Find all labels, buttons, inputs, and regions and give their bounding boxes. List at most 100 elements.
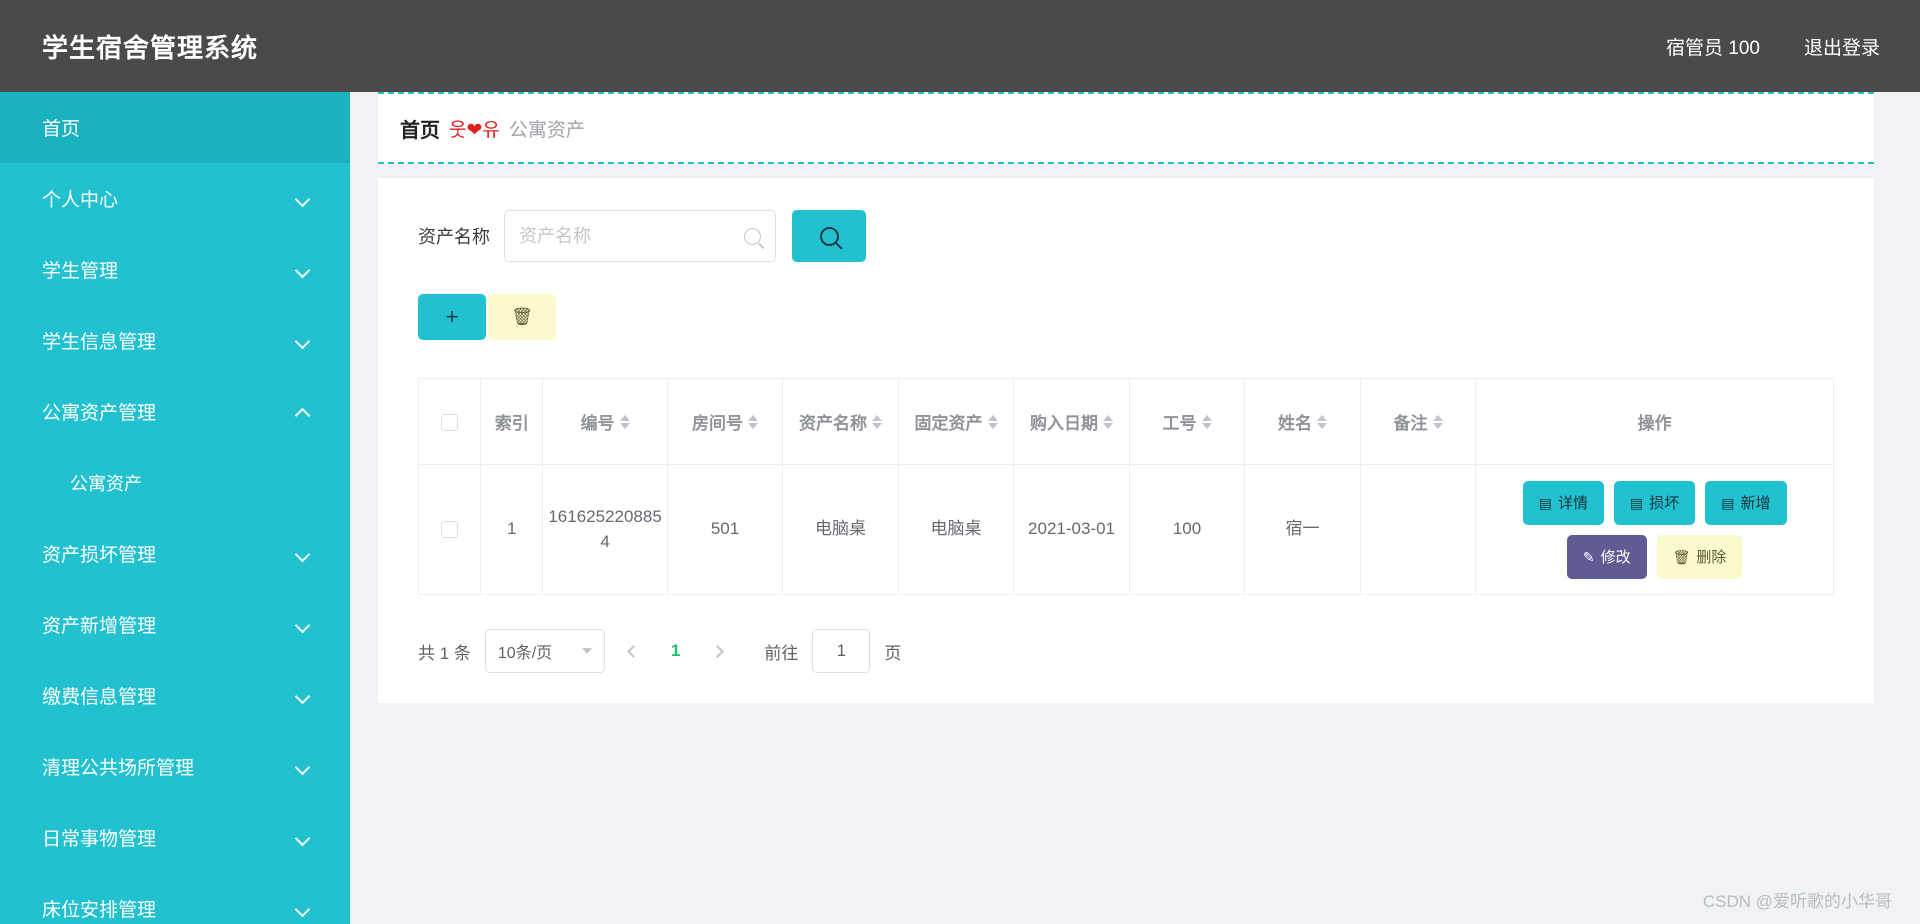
search-input[interactable] bbox=[519, 211, 738, 261]
sort-icon[interactable] bbox=[1103, 414, 1114, 429]
chevron-down-icon bbox=[296, 192, 310, 206]
th-asset-name[interactable]: 资产名称 bbox=[782, 378, 899, 465]
table-row: 1 1616252208854 501 电脑桌 电脑桌 2021-03-01 1… bbox=[417, 464, 1834, 595]
th-buy-date[interactable]: 购入日期 bbox=[1013, 378, 1130, 465]
chevron-down-icon bbox=[296, 263, 310, 277]
sidebar-item-payment-info-management[interactable]: 缴费信息管理 bbox=[0, 660, 350, 731]
chevron-down-icon bbox=[296, 334, 310, 348]
sidebar-item-apartment-asset[interactable]: 公寓资产 bbox=[0, 447, 350, 518]
edit-button-label: 修改 bbox=[1600, 549, 1631, 566]
search-icon bbox=[819, 226, 839, 246]
next-page-button[interactable] bbox=[702, 636, 732, 666]
select-all-checkbox[interactable] bbox=[441, 413, 459, 431]
cell-job-no: 100 bbox=[1128, 464, 1246, 595]
sort-icon[interactable] bbox=[748, 414, 759, 429]
document-icon: ▤ bbox=[1630, 494, 1644, 511]
main-content: 首页 웃❤유 公寓资产 资产名称 + 🗑 bbox=[350, 92, 1920, 924]
cell-select bbox=[417, 464, 482, 595]
sidebar-item-public-area-cleaning-management[interactable]: 清理公共场所管理 bbox=[0, 731, 350, 802]
sidebar-item-label: 公寓资产 bbox=[70, 473, 142, 494]
th-fixed-asset[interactable]: 固定资产 bbox=[897, 378, 1015, 465]
th-label: 购入日期 bbox=[1030, 414, 1099, 433]
jump-page-input[interactable] bbox=[812, 629, 871, 673]
cell-remark bbox=[1359, 464, 1477, 595]
add-record-button[interactable]: ▤ 新增 bbox=[1705, 480, 1787, 525]
sidebar-nav[interactable]: 首页 个人中心 学生管理 学生信息管理 公寓资产管理 公寓资产 资产损坏管理 资… bbox=[0, 92, 350, 924]
th-label: 索引 bbox=[494, 414, 529, 433]
th-label: 编号 bbox=[580, 414, 615, 433]
sidebar-item-asset-add-management[interactable]: 资产新增管理 bbox=[0, 589, 350, 660]
chevron-down-icon bbox=[296, 760, 310, 774]
breadcrumb-home[interactable]: 首页 bbox=[400, 114, 440, 143]
sort-icon[interactable] bbox=[1432, 414, 1443, 429]
app-header: 学生宿舍管理系统 宿管员 100 退出登录 bbox=[0, 0, 1920, 92]
th-name[interactable]: 姓名 bbox=[1244, 378, 1361, 465]
edit-button[interactable]: ✎ 修改 bbox=[1566, 534, 1647, 579]
watermark: CSDN @爱听歌的小华哥 bbox=[1702, 892, 1892, 911]
cell-room: 501 bbox=[666, 464, 784, 595]
sidebar-item-apartment-asset-management[interactable]: 公寓资产管理 bbox=[0, 376, 350, 447]
content-panel: 资产名称 + 🗑 bbox=[378, 178, 1874, 703]
sidebar-item-label: 个人中心 bbox=[42, 190, 119, 211]
document-icon: ▤ bbox=[1721, 494, 1735, 511]
th-label: 备注 bbox=[1393, 414, 1428, 433]
sidebar-item-daily-affairs-management[interactable]: 日常事物管理 bbox=[0, 802, 350, 873]
search-label: 资产名称 bbox=[418, 227, 490, 247]
sidebar-item-personal-center[interactable]: 个人中心 bbox=[0, 163, 350, 234]
chevron-down-icon bbox=[581, 648, 592, 654]
add-button[interactable]: + bbox=[418, 294, 486, 340]
th-code[interactable]: 编号 bbox=[542, 378, 668, 465]
sidebar-item-label: 资产新增管理 bbox=[42, 616, 157, 637]
th-label: 固定资产 bbox=[914, 414, 983, 433]
sort-icon[interactable] bbox=[872, 414, 883, 429]
th-room[interactable]: 房间号 bbox=[666, 378, 784, 465]
sidebar-item-asset-damage-management[interactable]: 资产损坏管理 bbox=[0, 518, 350, 589]
search-input-wrapper[interactable] bbox=[504, 210, 776, 262]
breadcrumb-current: 公寓资产 bbox=[508, 119, 585, 141]
table-header-row: 索引 编号 房间号 资产名称 固定资产 购入日期 工号 姓名 备注 操作 bbox=[417, 378, 1834, 465]
search-bar: 资产名称 bbox=[418, 210, 1834, 262]
sort-icon[interactable] bbox=[619, 414, 630, 429]
sidebar-item-student-info-management[interactable]: 学生信息管理 bbox=[0, 305, 350, 376]
sidebar-item-label: 清理公共场所管理 bbox=[42, 758, 195, 779]
trash-icon: 🗑 bbox=[1672, 548, 1691, 565]
detail-button[interactable]: ▤ 详情 bbox=[1522, 480, 1604, 525]
prev-page-button[interactable] bbox=[619, 636, 649, 666]
th-label: 操作 bbox=[1637, 414, 1672, 433]
sort-icon[interactable] bbox=[1317, 414, 1328, 429]
document-icon: ▤ bbox=[1538, 494, 1552, 511]
add-record-button-label: 新增 bbox=[1740, 495, 1771, 512]
sort-icon[interactable] bbox=[987, 414, 998, 429]
sidebar-item-label: 床位安排管理 bbox=[42, 900, 157, 921]
th-label: 工号 bbox=[1162, 414, 1197, 433]
sort-icon[interactable] bbox=[1201, 414, 1212, 429]
pagination: 共 1 条 10条/页 1 前往 页 bbox=[418, 629, 1834, 673]
delete-button[interactable]: 🗑 删除 bbox=[1656, 534, 1743, 579]
page-size-value: 10条/页 bbox=[497, 645, 553, 662]
header-actions: 宿管员 100 退出登录 bbox=[1666, 33, 1880, 60]
row-checkbox[interactable] bbox=[441, 521, 459, 539]
sidebar-item-student-management[interactable]: 学生管理 bbox=[0, 234, 350, 305]
jump-unit-label: 页 bbox=[884, 643, 902, 663]
page-size-select[interactable]: 10条/页 bbox=[484, 629, 605, 673]
th-index: 索引 bbox=[480, 378, 544, 465]
batch-delete-button[interactable]: 🗑 bbox=[488, 294, 556, 340]
sidebar-item-bed-arrangement-management[interactable]: 床位安排管理 bbox=[0, 873, 350, 924]
th-job-no[interactable]: 工号 bbox=[1128, 378, 1246, 465]
total-count-label: 共 1 条 bbox=[418, 643, 471, 663]
page-number-1[interactable]: 1 bbox=[663, 641, 688, 661]
breadcrumb: 首页 웃❤유 公寓资产 bbox=[378, 92, 1874, 164]
damage-button-label: 损坏 bbox=[1649, 495, 1680, 512]
search-icon bbox=[744, 227, 761, 245]
table-toolbar: + 🗑 bbox=[418, 294, 1834, 340]
th-remark[interactable]: 备注 bbox=[1359, 378, 1477, 465]
logout-button[interactable]: 退出登录 bbox=[1804, 33, 1880, 60]
row-action-group: ▤ 详情 ▤ 损坏 ▤ 新增 ✎ 修改 🗑 删除 bbox=[1480, 480, 1829, 579]
sidebar-item-home[interactable]: 首页 bbox=[0, 92, 350, 163]
current-user-label[interactable]: 宿管员 100 bbox=[1666, 33, 1760, 60]
cell-operations: ▤ 详情 ▤ 损坏 ▤ 新增 ✎ 修改 🗑 删除 bbox=[1475, 464, 1834, 595]
cell-buy-date: 2021-03-01 bbox=[1013, 464, 1130, 595]
damage-button[interactable]: ▤ 损坏 bbox=[1614, 480, 1696, 525]
cell-code: 1616252208854 bbox=[542, 464, 668, 595]
search-button[interactable] bbox=[792, 210, 866, 262]
